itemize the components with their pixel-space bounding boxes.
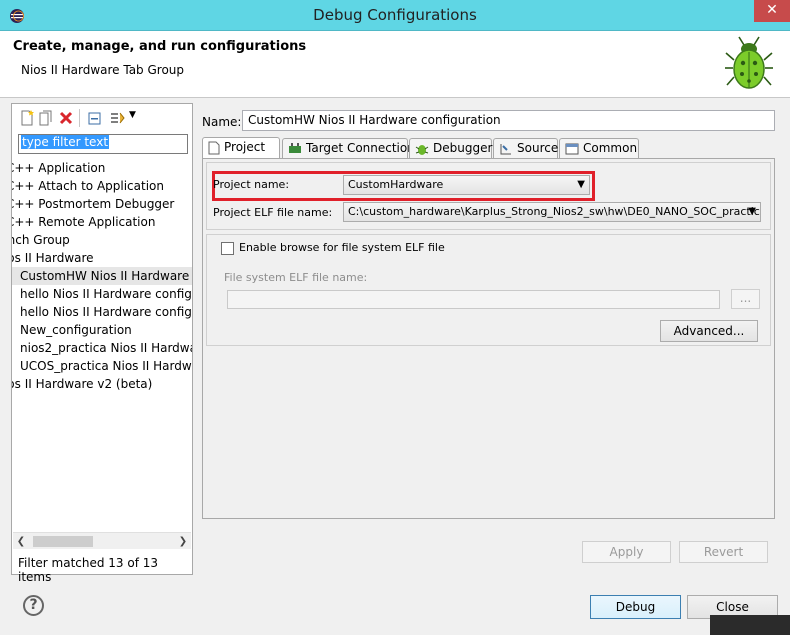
filter-dropdown-arrow-icon[interactable]: ▼ — [129, 110, 136, 120]
new-configuration-icon[interactable] — [19, 110, 35, 126]
advanced-button[interactable]: Advanced... — [660, 320, 758, 342]
project-name-label: Project name: — [213, 178, 290, 191]
fs-elf-label: File system ELF file name: — [224, 271, 368, 284]
elf-file-value: C:\custom_hardware\Karplus_Strong_Nios2_… — [348, 205, 761, 218]
project-group: Project name: CustomHardware ▼ Project E… — [206, 162, 771, 230]
filter-icon[interactable] — [110, 110, 126, 126]
tab-common[interactable]: Common — [559, 138, 639, 159]
apply-button[interactable]: Apply — [582, 541, 671, 563]
tree-toolbar: ▼ — [15, 107, 191, 129]
debug-button[interactable]: Debug — [590, 595, 681, 619]
tree-item-cpp-attach[interactable]: C++ Attach to Application — [12, 177, 192, 195]
tree-item-hello-config-1[interactable]: hello Nios II Hardware configuration — [12, 285, 192, 303]
toolbar-separator — [79, 109, 80, 127]
filter-input[interactable]: type filter text — [18, 134, 188, 154]
fs-elf-browse-button[interactable]: ... — [731, 289, 760, 309]
bug-icon — [415, 144, 429, 155]
tree-item-nios2-practica[interactable]: nios2_practica Nios II Hardware configur… — [12, 339, 192, 357]
filter-placeholder: type filter text — [21, 135, 110, 149]
chevron-down-icon: ▼ — [577, 179, 585, 190]
help-icon[interactable]: ? — [23, 595, 44, 616]
tree-item-cpp-application[interactable]: C++ Application — [12, 159, 192, 177]
tree-item-launch-group[interactable]: Launch Group — [12, 231, 192, 249]
project-name-value: CustomHardware — [348, 178, 444, 191]
debug-bug-icon — [725, 36, 773, 89]
tree-item-cpp-remote[interactable]: C++ Remote Application — [12, 213, 192, 231]
configuration-tree-panel: ▼ type filter text C++ Application C++ A… — [11, 103, 193, 584]
project-tab-panel: Project name: CustomHardware ▼ Project E… — [202, 158, 775, 519]
scroll-left-icon[interactable]: ❮ — [13, 533, 29, 550]
plug-icon — [289, 142, 301, 153]
tab-common-label: Common — [583, 141, 638, 155]
header-title: Create, manage, and run configurations — [13, 39, 307, 54]
dialog-header: Create, manage, and run configurations N… — [0, 31, 790, 98]
tree-item-nios-ii-hardware[interactable]: Nios II Hardware — [12, 249, 192, 267]
tree-item-ucos-practica[interactable]: UCOS_practica Nios II Hardware configura… — [12, 357, 192, 375]
fs-elf-input[interactable] — [227, 290, 720, 309]
tree-item-cpp-postmortem[interactable]: C++ Postmortem Debugger — [12, 195, 192, 213]
tree-item-customhw-config[interactable]: CustomHW Nios II Hardware configuration — [12, 267, 192, 285]
revert-button[interactable]: Revert — [679, 541, 768, 563]
title-bar: Debug Configurations ✕ — [0, 0, 790, 31]
tab-target-connection-label: Target Connection — [306, 141, 415, 155]
tab-debugger[interactable]: Debugger — [409, 138, 492, 159]
scrollbar-thumb[interactable] — [33, 536, 93, 547]
window-title: Debug Configurations — [313, 6, 477, 24]
tab-bar: Project Target Connection Debugger Sourc… — [202, 137, 774, 160]
tree-item-new-configuration[interactable]: New_configuration — [12, 321, 192, 339]
window-close-button[interactable]: ✕ — [754, 0, 790, 22]
window-icon — [565, 143, 579, 154]
tree-item-nios-ii-hardware-v2[interactable]: Nios II Hardware v2 (beta) — [12, 375, 192, 393]
header-subtitle: Nios II Hardware Tab Group — [21, 63, 185, 77]
file-system-elf-group: Enable browse for file system ELF file F… — [206, 234, 771, 346]
duplicate-icon[interactable] — [38, 110, 54, 126]
configuration-tree: C++ Application C++ Attach to Applicatio… — [12, 159, 192, 393]
tab-source[interactable]: Source — [493, 138, 558, 159]
tree-horizontal-scrollbar[interactable]: ❮ ❯ — [13, 532, 191, 549]
collapse-all-icon[interactable] — [87, 110, 103, 126]
tab-project-label: Project — [224, 140, 266, 154]
chevron-down-icon: ▼ — [748, 206, 756, 217]
name-label: Name: — [202, 115, 242, 129]
tab-target-connection[interactable]: Target Connection — [282, 138, 415, 159]
filter-status: Filter matched 13 of 13 items — [18, 556, 159, 584]
scroll-right-icon[interactable]: ❯ — [175, 533, 191, 550]
tree-item-hello-config-2[interactable]: hello Nios II Hardware configuration — [12, 303, 192, 321]
tab-debugger-label: Debugger — [433, 141, 493, 155]
enable-browse-checkbox[interactable] — [221, 242, 234, 255]
tab-source-label: Source — [517, 141, 559, 155]
source-icon — [500, 143, 511, 154]
elf-file-label: Project ELF file name: — [213, 206, 333, 219]
tab-project[interactable]: Project — [202, 137, 280, 160]
delete-icon[interactable] — [58, 110, 74, 126]
background-window-fragment — [710, 615, 790, 635]
project-name-select[interactable]: CustomHardware ▼ — [343, 175, 590, 195]
page-icon — [208, 141, 220, 154]
name-input[interactable]: CustomHW Nios II Hardware configuration — [242, 110, 775, 131]
elf-file-select[interactable]: C:\custom_hardware\Karplus_Strong_Nios2_… — [343, 202, 761, 222]
enable-browse-label: Enable browse for file system ELF file — [239, 241, 445, 254]
